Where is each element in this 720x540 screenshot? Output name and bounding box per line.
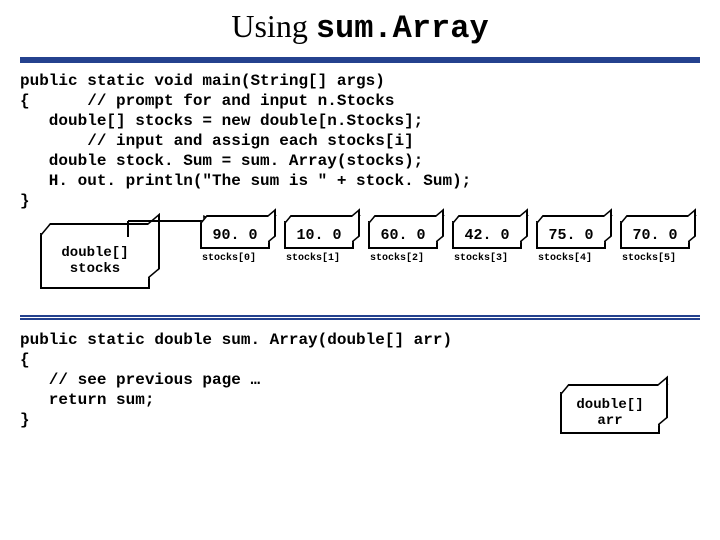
rule-bottom bbox=[20, 315, 700, 320]
cell-label: stocks[3] bbox=[452, 253, 522, 264]
stocks-variable-label: double[] stocks bbox=[42, 245, 148, 277]
cell-label: stocks[0] bbox=[200, 253, 270, 264]
cell-value: 90. 0 bbox=[212, 227, 257, 244]
arr-variable-box: double[] arr bbox=[560, 392, 660, 434]
slide-title: Using sum.Array bbox=[0, 0, 720, 57]
array-cell: 75. 0 stocks[4] bbox=[536, 221, 606, 264]
cell-value-box: 75. 0 bbox=[536, 221, 606, 249]
cell-value-box: 42. 0 bbox=[452, 221, 522, 249]
cell-value-box: 60. 0 bbox=[368, 221, 438, 249]
cell-label: stocks[5] bbox=[620, 253, 690, 264]
array-diagram: double[] stocks 90. 0 stocks[0] 10. 0 st… bbox=[20, 219, 700, 309]
cell-label: stocks[1] bbox=[284, 253, 354, 264]
cell-value-box: 10. 0 bbox=[284, 221, 354, 249]
bottom-area: public static double sum. Array(double[]… bbox=[20, 330, 700, 440]
array-cells: 90. 0 stocks[0] 10. 0 stocks[1] 60. 0 st… bbox=[200, 221, 690, 264]
array-cell: 70. 0 stocks[5] bbox=[620, 221, 690, 264]
cell-value-box: 90. 0 bbox=[200, 221, 270, 249]
array-cell: 60. 0 stocks[2] bbox=[368, 221, 438, 264]
cell-value: 75. 0 bbox=[548, 227, 593, 244]
stocks-variable-box: double[] stocks bbox=[40, 233, 150, 289]
title-prefix: Using bbox=[231, 8, 315, 44]
cell-value: 42. 0 bbox=[464, 227, 509, 244]
array-cell: 90. 0 stocks[0] bbox=[200, 221, 270, 264]
cell-value: 60. 0 bbox=[380, 227, 425, 244]
rule-top bbox=[20, 57, 700, 63]
title-mono: sum.Array bbox=[316, 10, 489, 47]
code-block-main: public static void main(String[] args) {… bbox=[20, 71, 700, 211]
cell-value: 10. 0 bbox=[296, 227, 341, 244]
cell-label: stocks[2] bbox=[368, 253, 438, 264]
cell-value-box: 70. 0 bbox=[620, 221, 690, 249]
cell-label: stocks[4] bbox=[536, 253, 606, 264]
array-cell: 42. 0 stocks[3] bbox=[452, 221, 522, 264]
cell-value: 70. 0 bbox=[632, 227, 677, 244]
arr-variable-label: double[] arr bbox=[562, 397, 658, 429]
array-cell: 10. 0 stocks[1] bbox=[284, 221, 354, 264]
